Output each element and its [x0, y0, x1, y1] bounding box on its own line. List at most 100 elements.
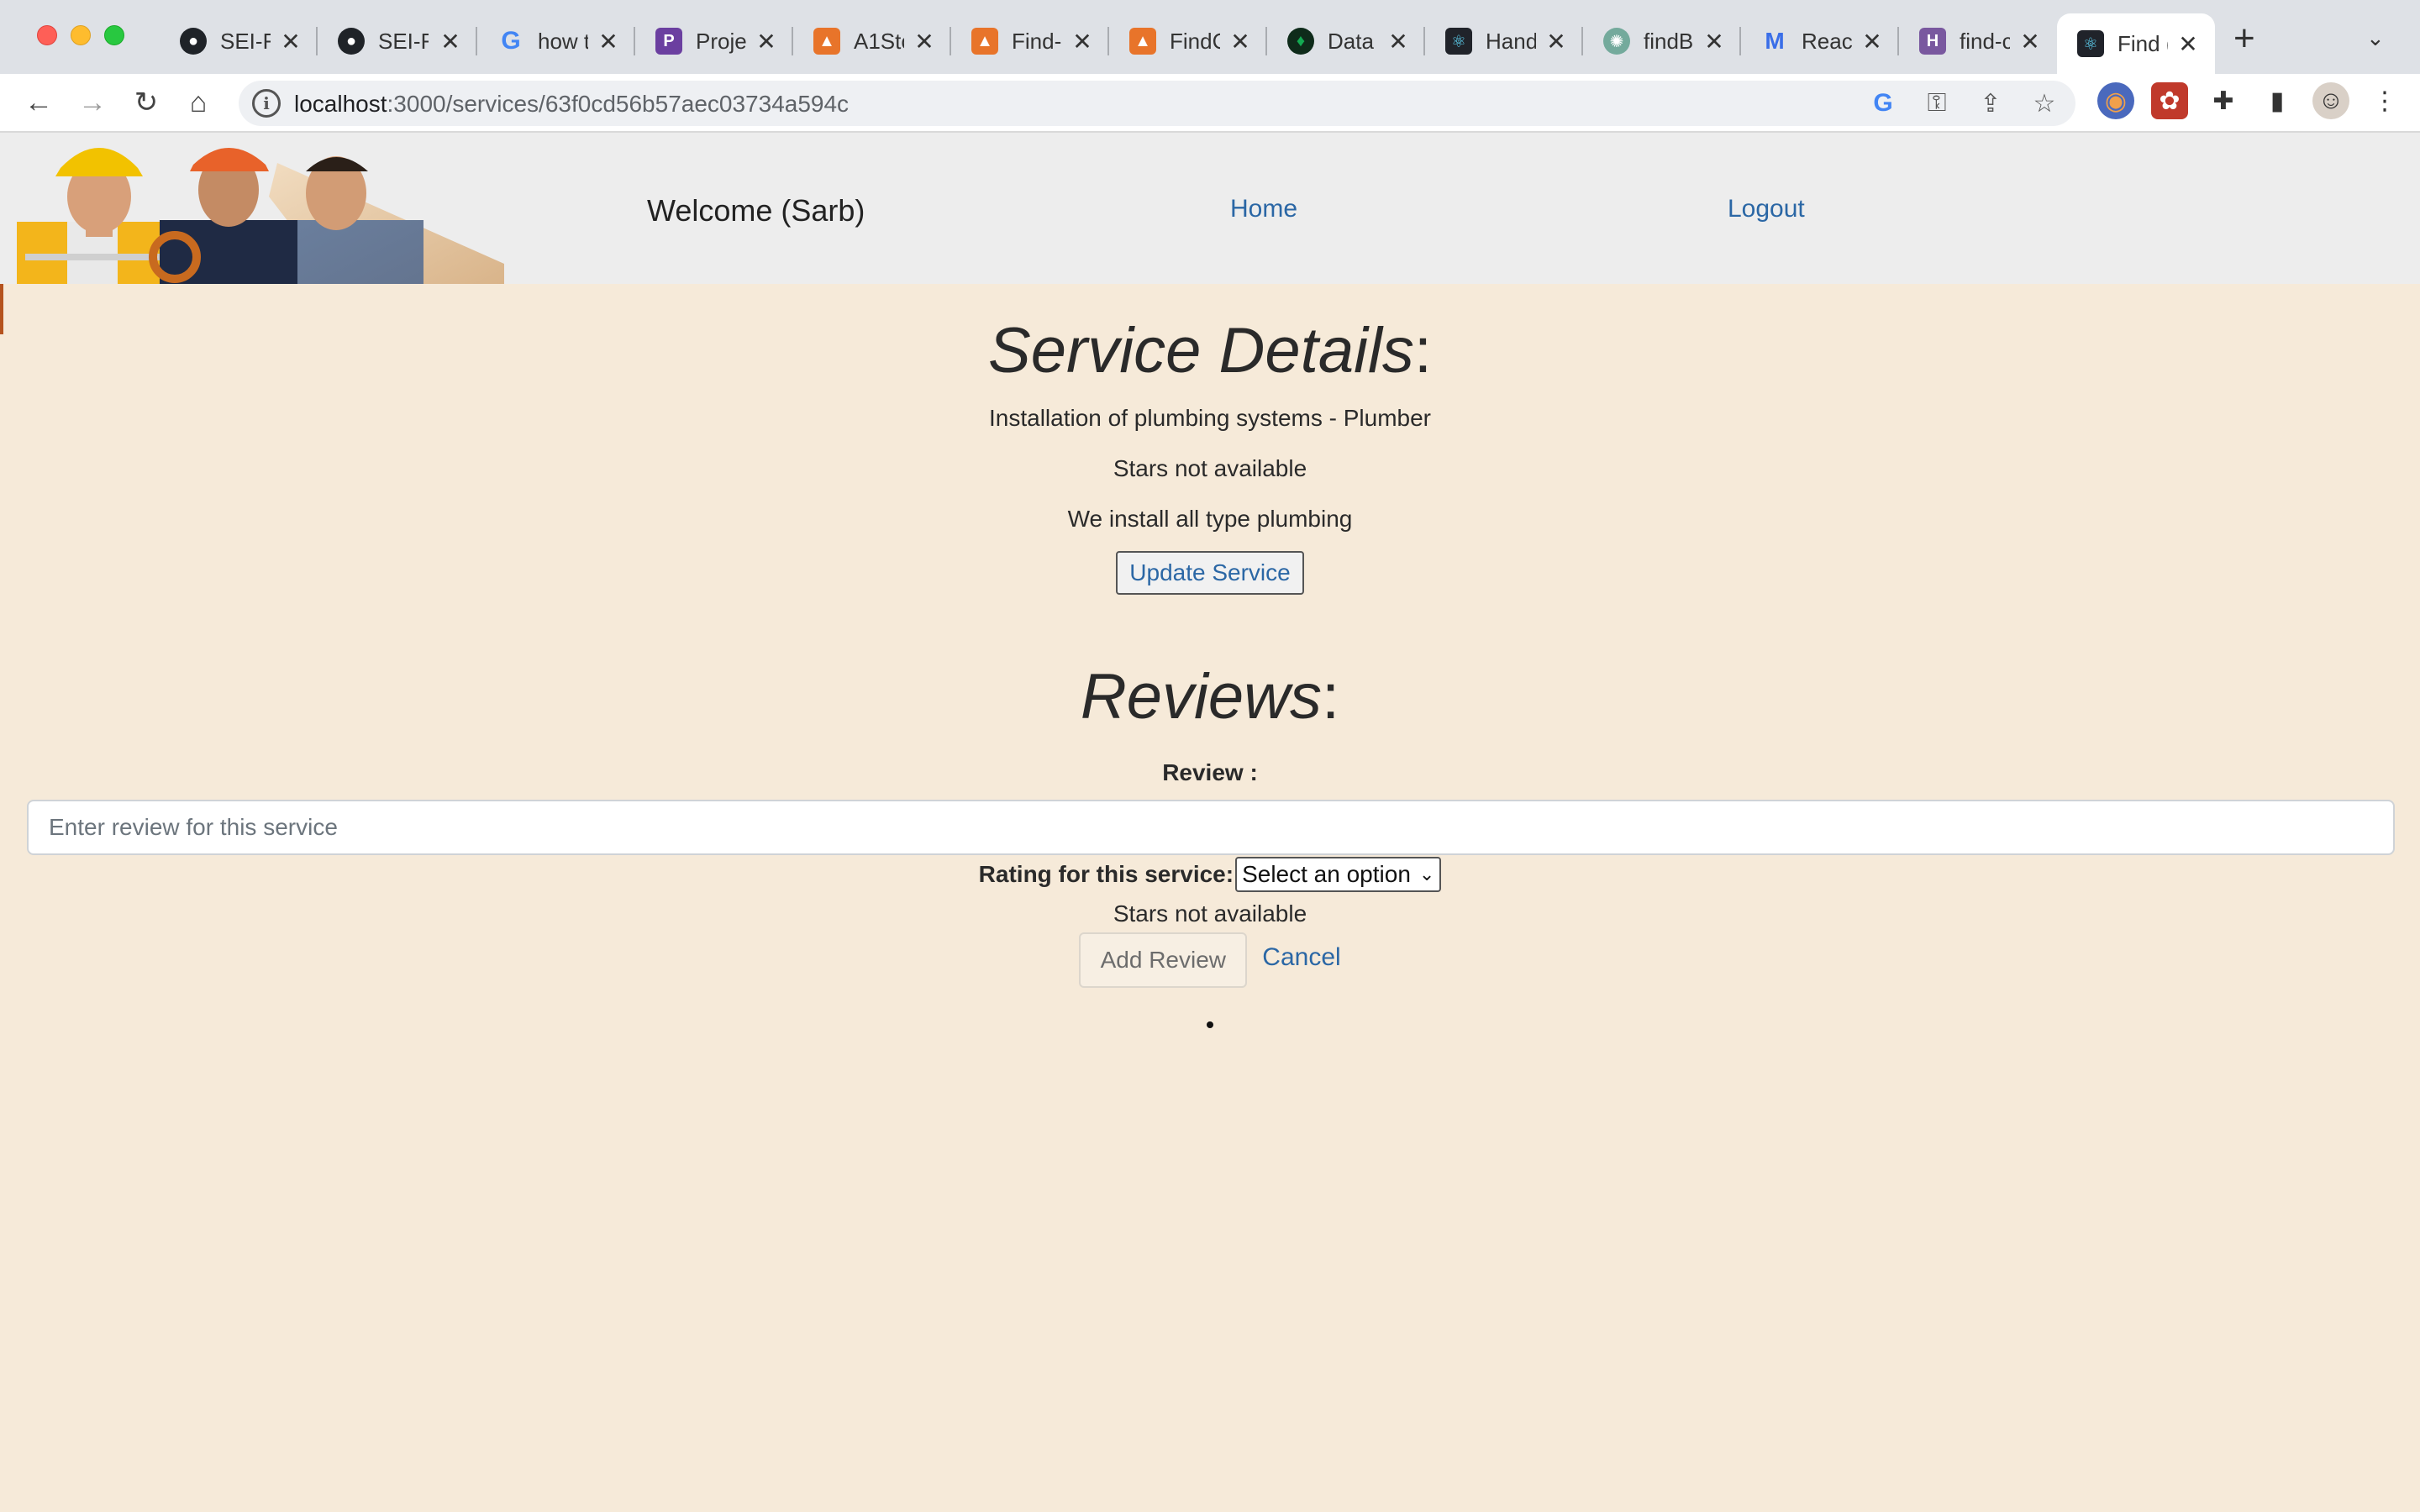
- tab-title: React: [1802, 28, 1852, 54]
- close-icon[interactable]: ✕: [2017, 28, 2044, 55]
- tab-title: how t: [538, 28, 588, 54]
- empty-list-bullet: [1207, 1021, 1213, 1028]
- rating-label: Rating for this service:: [978, 861, 1234, 887]
- review-actions: Add Review Cancel: [0, 932, 2420, 988]
- site-info-icon[interactable]: i: [252, 89, 281, 118]
- side-panel-icon[interactable]: ▮: [2259, 82, 2296, 119]
- close-icon[interactable]: ✕: [595, 28, 622, 55]
- chevron-down-icon[interactable]: ⌄: [2366, 25, 2385, 51]
- close-icon[interactable]: ✕: [437, 28, 464, 55]
- tab-title: findB: [1644, 28, 1694, 54]
- service-stars-text: Stars not available: [1113, 455, 1307, 481]
- tab-title: SEI-F: [378, 28, 429, 54]
- review-label: Review :: [1162, 759, 1258, 785]
- welcome-text: Welcome (Sarb): [647, 193, 865, 228]
- profile-avatar[interactable]: ☺: [2312, 82, 2349, 119]
- find-icon: ▲: [813, 28, 840, 55]
- tab-title: Proje: [696, 28, 746, 54]
- rating-selected-value: Select an option: [1242, 861, 1411, 887]
- close-icon[interactable]: ✕: [1701, 28, 1728, 55]
- bookmark-star-icon[interactable]: ☆: [2028, 87, 2060, 119]
- reviews-heading: Reviews:: [0, 660, 2420, 733]
- heading-colon: :: [1413, 315, 1432, 386]
- github-icon: ●: [180, 28, 207, 55]
- tab-title: A1Sto: [854, 28, 904, 54]
- url-host: localhost: [294, 91, 387, 117]
- new-tab-button[interactable]: +: [2233, 20, 2255, 57]
- heading-colon: :: [1322, 661, 1340, 732]
- kebab-menu-icon[interactable]: ⋮: [2366, 82, 2403, 119]
- heroku-icon: H: [1919, 28, 1946, 55]
- maximize-window-button[interactable]: [104, 25, 124, 45]
- mongodb-icon: ♦: [1287, 28, 1314, 55]
- close-icon[interactable]: ✕: [1385, 28, 1412, 55]
- browser-tab[interactable]: G how t ✕: [477, 15, 635, 67]
- chatgpt-icon: ✺: [1603, 28, 1630, 55]
- browser-tab[interactable]: H find-c ✕: [1899, 15, 2057, 67]
- service-name-line: Installation of plumbing systems - Plumb…: [989, 405, 1431, 431]
- extension-icon[interactable]: ✿: [2151, 82, 2188, 119]
- handyman-logo-image: [17, 148, 504, 284]
- chevron-down-icon: ⌄: [1418, 864, 1435, 885]
- tab-title: Find (: [2118, 30, 2168, 56]
- browser-tab[interactable]: P Proje ✕: [635, 15, 793, 67]
- close-icon[interactable]: ✕: [1227, 28, 1254, 55]
- site-navbar: Welcome (Sarb) Home Logout: [0, 133, 2420, 284]
- browser-tab[interactable]: ⚛ Hand ✕: [1425, 15, 1583, 67]
- browser-tab[interactable]: ♦ Data ✕: [1267, 15, 1425, 67]
- minimize-window-button[interactable]: [71, 25, 91, 45]
- reviews-heading-text: Reviews: [1080, 661, 1323, 732]
- extension-icon[interactable]: ◉: [2097, 82, 2134, 119]
- github-icon: ●: [338, 28, 365, 55]
- react-icon: ⚛: [1445, 28, 1472, 55]
- project-icon: P: [655, 28, 682, 55]
- tab-title: Data: [1328, 28, 1374, 54]
- browser-tab[interactable]: ● SEI-F ✕: [160, 15, 318, 67]
- add-review-button[interactable]: Add Review: [1079, 932, 1248, 988]
- rating-row: Rating for this service: Select an optio…: [0, 857, 2420, 892]
- page: Welcome (Sarb) Home Logout Service Detai…: [0, 133, 2420, 1512]
- close-icon[interactable]: ✕: [277, 28, 304, 55]
- browser-tab[interactable]: ▲ Find- ✕: [951, 15, 1109, 67]
- close-window-button[interactable]: [37, 25, 57, 45]
- service-heading-text: Service Details: [988, 315, 1414, 386]
- browser-tab[interactable]: ✺ findB ✕: [1583, 15, 1741, 67]
- browser-tab[interactable]: ● SEI-F ✕: [318, 15, 477, 67]
- forward-arrow-icon[interactable]: →: [74, 84, 111, 121]
- find-icon: ▲: [971, 28, 998, 55]
- reload-icon[interactable]: ↻: [128, 84, 165, 121]
- google-lens-icon[interactable]: G: [1867, 87, 1899, 119]
- react-icon: ⚛: [2077, 30, 2104, 57]
- browser-tab[interactable]: ▲ FindC ✕: [1109, 15, 1267, 67]
- browser-tab[interactable]: M React ✕: [1741, 15, 1899, 67]
- nav-logout-link[interactable]: Logout: [1728, 195, 1805, 223]
- tab-title: Hand: [1486, 28, 1536, 54]
- puzzle-icon[interactable]: ✚: [2205, 82, 2242, 119]
- address-bar[interactable]: i localhost:3000/services/63f0cd56b57aec…: [239, 81, 2075, 126]
- cancel-link[interactable]: Cancel: [1262, 943, 1340, 972]
- browser-tab-strip: ● SEI-F ✕ ● SEI-F ✕ G how t ✕ P Proje ✕ …: [0, 0, 2420, 74]
- back-arrow-icon[interactable]: ←: [20, 84, 57, 121]
- update-service-button[interactable]: Update Service: [1116, 551, 1304, 595]
- home-icon[interactable]: ⌂: [180, 84, 217, 121]
- update-button-wrapper: Update Service: [0, 551, 2420, 595]
- review-input[interactable]: [27, 800, 2395, 855]
- close-icon[interactable]: ✕: [753, 28, 780, 55]
- share-icon[interactable]: ⇪: [1975, 87, 2007, 119]
- review-stars-text: Stars not available: [1113, 900, 1307, 927]
- key-icon[interactable]: ⚿: [1921, 87, 1953, 119]
- close-icon[interactable]: ✕: [1069, 28, 1096, 55]
- close-icon[interactable]: ✕: [911, 28, 938, 55]
- close-icon[interactable]: ✕: [1859, 28, 1886, 55]
- url-text[interactable]: localhost:3000/services/63f0cd56b57aec03…: [294, 91, 849, 118]
- close-icon[interactable]: ✕: [2175, 30, 2202, 58]
- react-icon: M: [1765, 28, 1785, 54]
- tab-title: find-c: [1960, 28, 2010, 54]
- rating-select[interactable]: Select an option ⌄: [1235, 857, 1442, 892]
- browser-tab[interactable]: ▲ A1Sto ✕: [793, 15, 951, 67]
- service-details-heading: Service Details:: [0, 314, 2420, 387]
- google-icon: G: [501, 27, 521, 55]
- nav-home-link[interactable]: Home: [1230, 195, 1297, 223]
- close-icon[interactable]: ✕: [1543, 28, 1570, 55]
- browser-tab-active[interactable]: ⚛ Find ( ✕: [2057, 13, 2215, 74]
